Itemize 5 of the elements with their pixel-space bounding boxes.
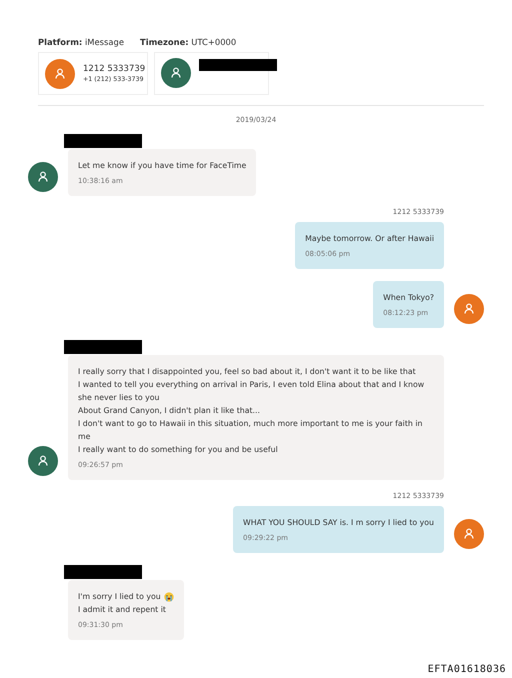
crying-face-icon [164,592,174,602]
platform-label: Platform: iMessage [38,37,124,47]
participant-name: 1212 5333739 [83,64,146,74]
document-id: EFTA01618036 [428,664,506,675]
timezone-label: Timezone: UTC+0000 [140,37,236,47]
